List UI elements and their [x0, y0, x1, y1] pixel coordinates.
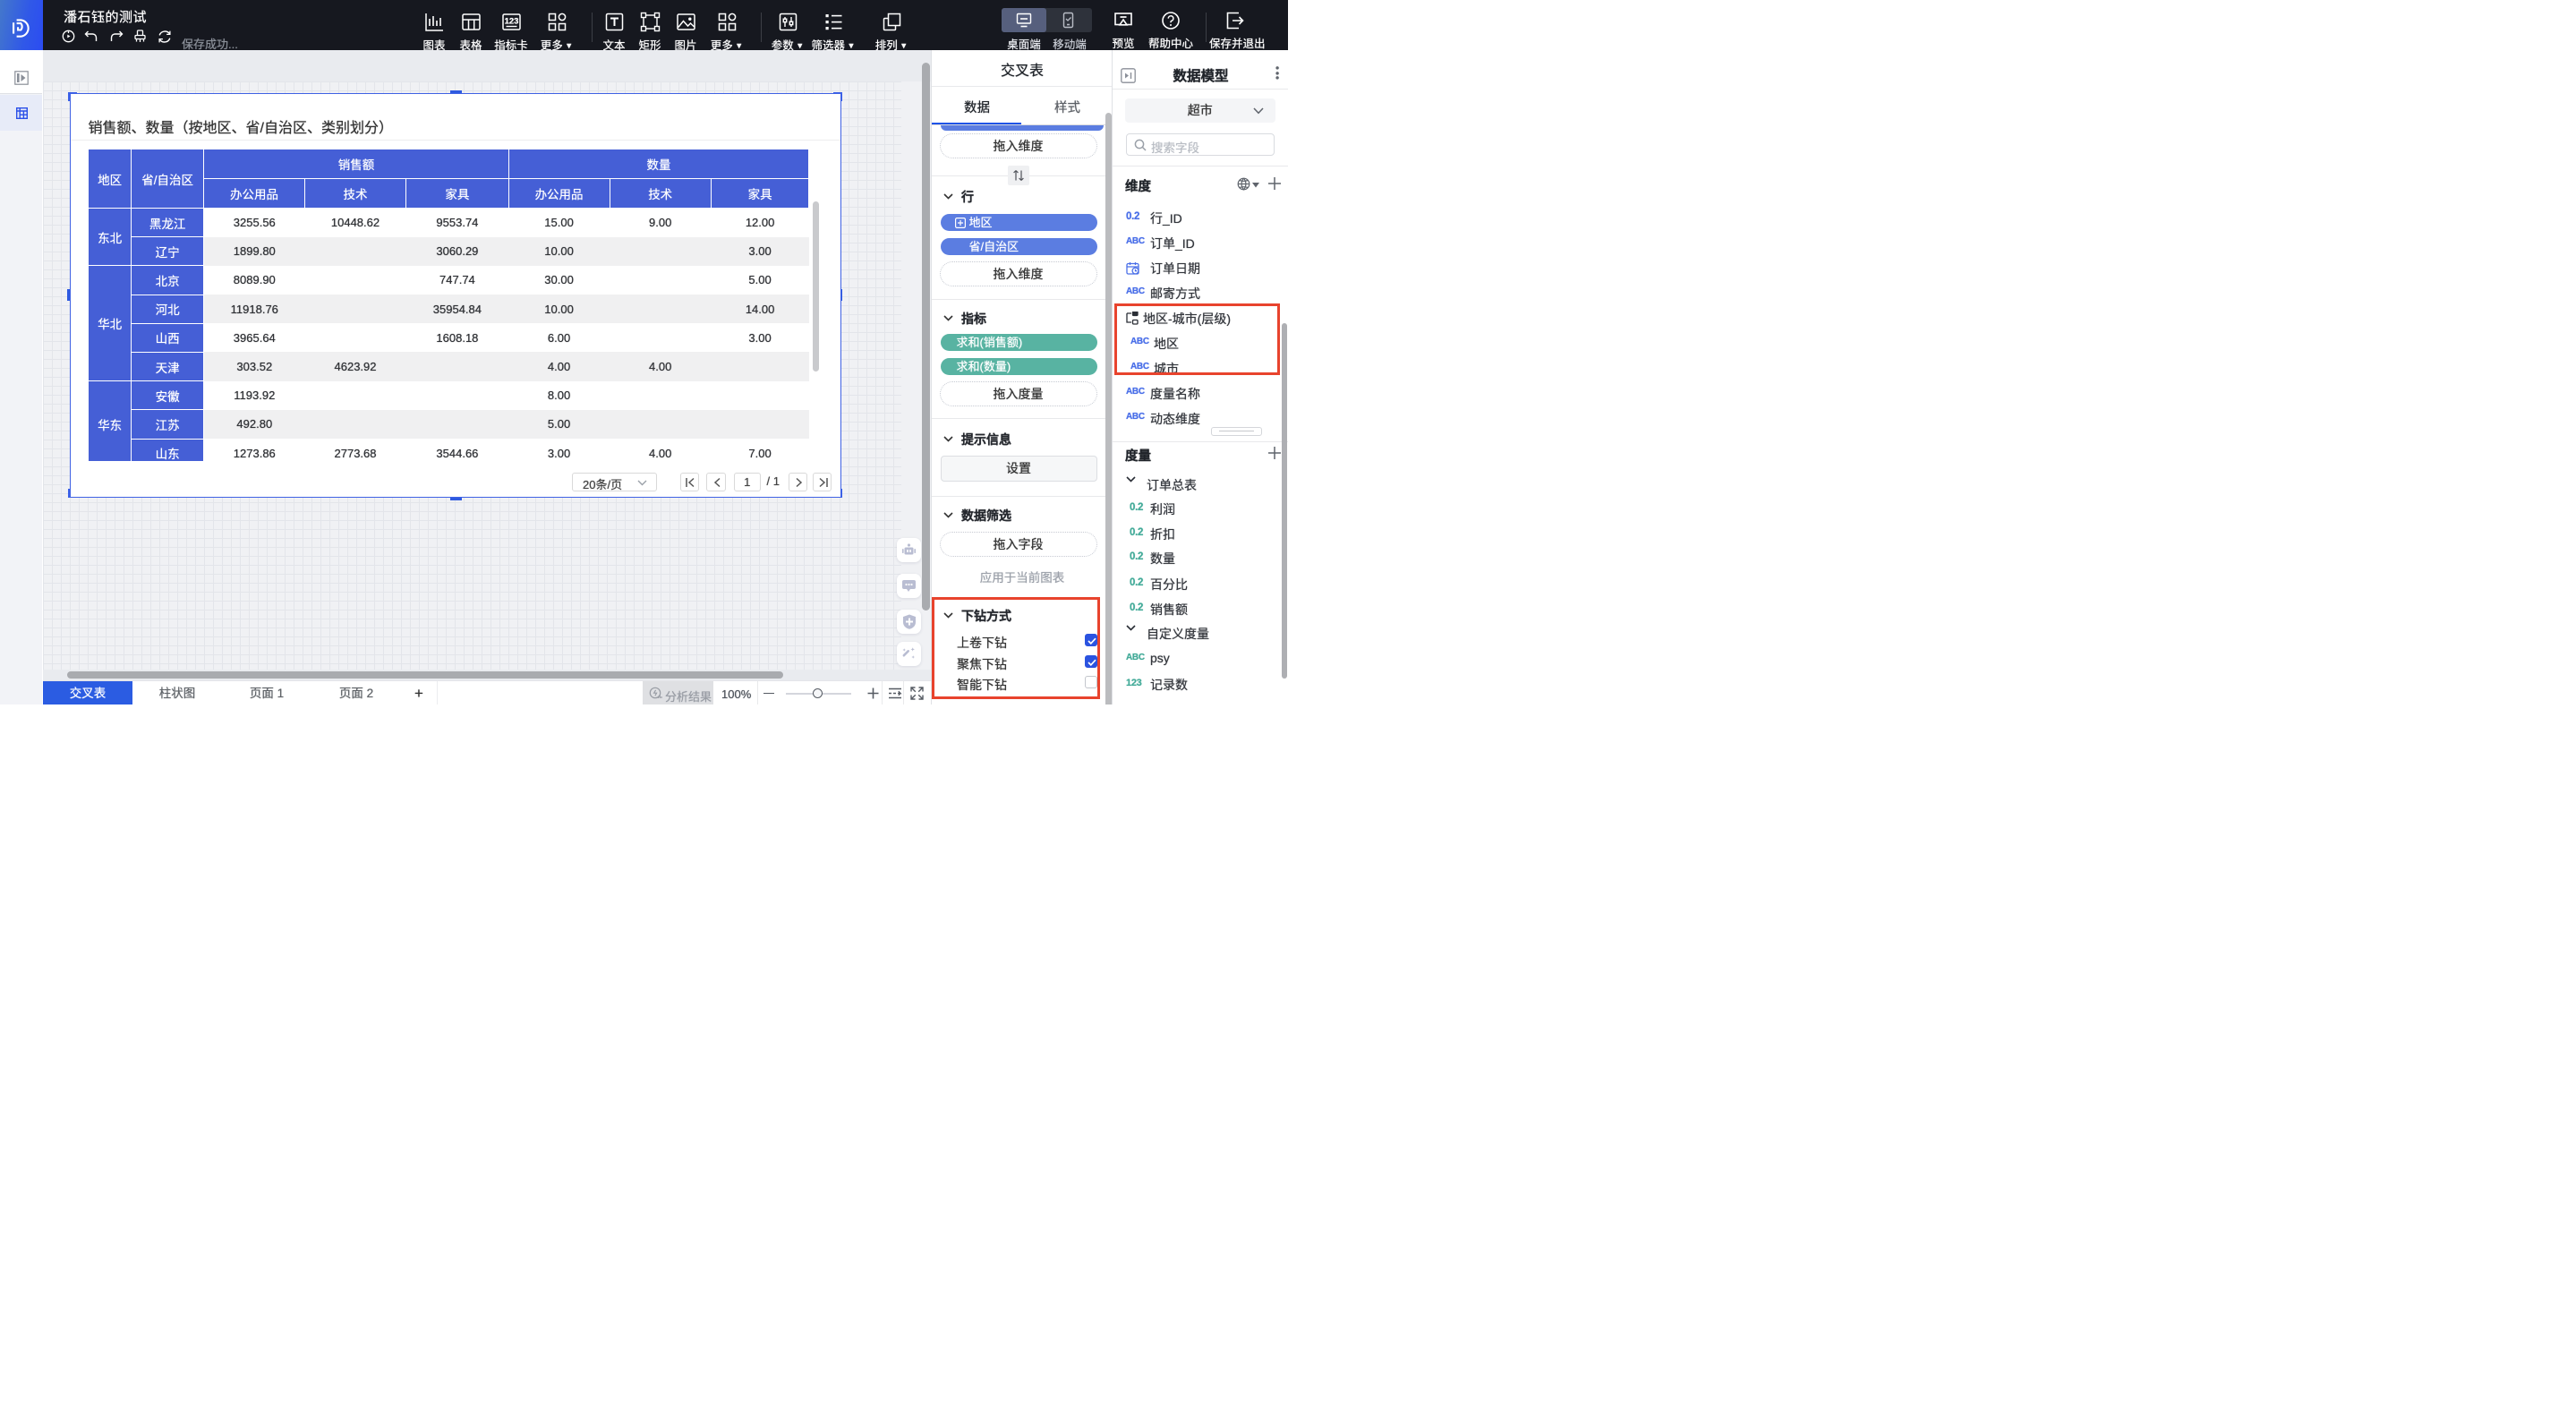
svg-text:123: 123: [504, 17, 518, 27]
